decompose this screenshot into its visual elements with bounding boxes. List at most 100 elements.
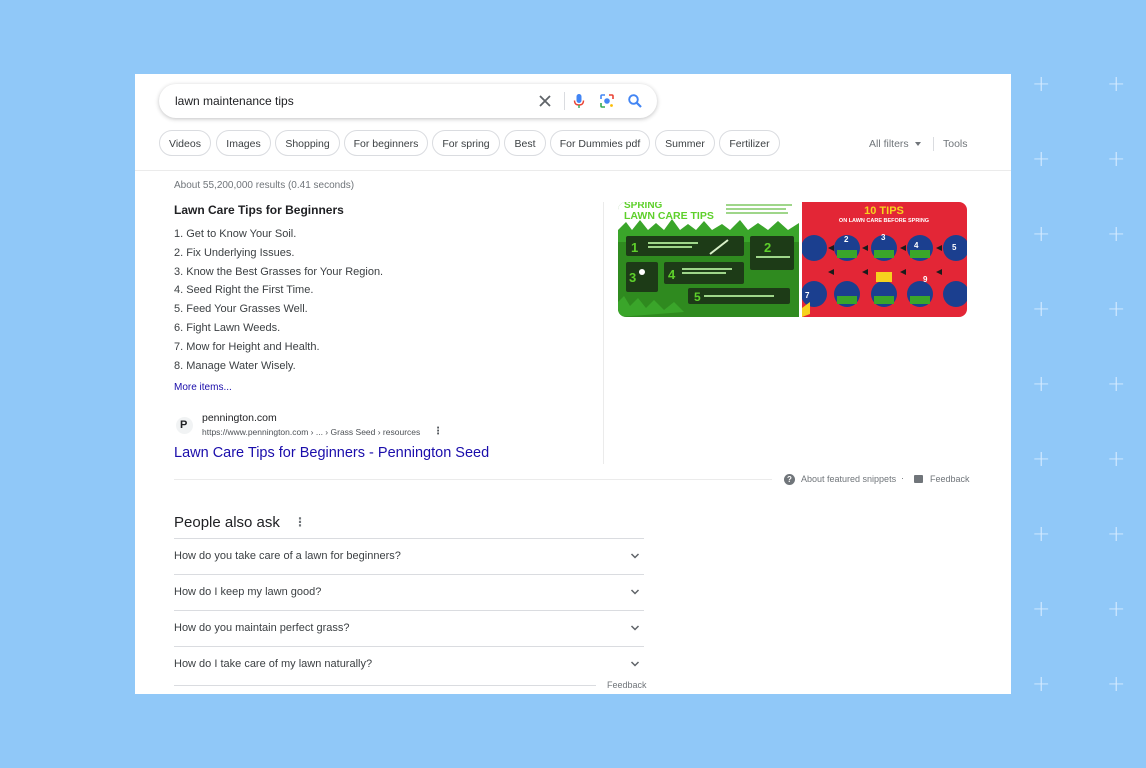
- source-favicon[interactable]: P: [176, 417, 193, 434]
- paa-question[interactable]: How do I keep my lawn good?: [174, 574, 644, 610]
- search-input[interactable]: lawn maintenance tips: [175, 94, 294, 108]
- paa-question-text: How do you take care of a lawn for begin…: [174, 550, 401, 562]
- snippet-divider: [603, 202, 604, 464]
- header-divider: [135, 170, 1011, 171]
- source-url[interactable]: https://www.pennington.com › ... › Grass…: [202, 427, 420, 437]
- tip-number: 2: [844, 235, 849, 244]
- plus-decoration-icon: +: [1107, 597, 1126, 622]
- step-number: 2: [764, 240, 771, 255]
- tip-number: 4: [914, 241, 919, 250]
- more-options-icon[interactable]: ⋮: [294, 515, 306, 529]
- step-number: 1: [631, 240, 638, 255]
- spring-heading: LAWN CARE TIPS: [624, 210, 714, 222]
- chevron-down-icon: [915, 142, 921, 146]
- chip-for-dummies-pdf[interactable]: For Dummies pdf: [550, 130, 650, 156]
- snippet-image-spring[interactable]: SPRING LAWN CARE TIPS 1 2 3 4 5: [618, 202, 799, 317]
- plus-decoration-icon: +: [1032, 147, 1051, 172]
- paa-question-text: How do I take care of my lawn naturally?: [174, 658, 373, 670]
- plus-decoration-icon: +: [1032, 597, 1051, 622]
- paa-question-text: How do I keep my lawn good?: [174, 586, 322, 598]
- snippet-bottom-divider: [174, 479, 772, 480]
- paa-bottom-divider: [174, 685, 596, 686]
- tip-number: 9: [923, 275, 928, 284]
- step-number: 3: [629, 270, 636, 285]
- plus-decoration-icon: +: [1107, 222, 1126, 247]
- favicon-letter: P: [180, 419, 188, 431]
- list-item: 4. Seed Right the First Time.: [174, 284, 314, 297]
- paa-question[interactable]: How do you maintain perfect grass?: [174, 610, 644, 646]
- snippet-image-tips[interactable]: 10 TIPS ON LAWN CARE BEFORE SPRING 2 3 4…: [802, 202, 967, 317]
- more-items-link[interactable]: More items...: [174, 382, 232, 393]
- all-filters-button[interactable]: All filters: [869, 138, 909, 150]
- list-item: 3. Know the Best Grasses for Your Region…: [174, 265, 384, 278]
- chevron-down-icon: [630, 553, 640, 559]
- result-stats: About 55,200,000 results (0.41 seconds): [174, 180, 355, 191]
- plus-decoration-icon: +: [1032, 447, 1051, 472]
- chip-summer[interactable]: Summer: [655, 130, 715, 156]
- step-number: 4: [668, 267, 676, 282]
- snippet-title: Lawn Care Tips for Beginners: [174, 203, 344, 217]
- plus-decoration-icon: +: [1107, 147, 1126, 172]
- paa-feedback-link[interactable]: Feedback: [607, 680, 647, 690]
- paa-question-text: How do you maintain perfect grass?: [174, 622, 350, 634]
- step-number: 5: [694, 290, 701, 304]
- list-item: 1. Get to Know Your Soil.: [174, 228, 297, 240]
- about-featured-snippets-link[interactable]: About featured snippets: [801, 474, 896, 484]
- plus-decoration-icon: +: [1032, 672, 1051, 697]
- plus-decoration-icon: +: [1032, 522, 1051, 547]
- search-box[interactable]: lawn maintenance tips: [159, 84, 657, 118]
- spring-infographic: SPRING LAWN CARE TIPS 1 2 3 4 5: [618, 202, 799, 317]
- camera-lens-icon[interactable]: [599, 93, 615, 109]
- close-icon[interactable]: [537, 93, 553, 109]
- result-title-link[interactable]: Lawn Care Tips for Beginners - Penningto…: [174, 445, 489, 461]
- plus-decoration-icon: +: [1107, 297, 1126, 322]
- tips-subheading: ON LAWN CARE BEFORE SPRING: [839, 218, 929, 224]
- source-name[interactable]: pennington.com: [202, 412, 277, 424]
- chip-for-beginners[interactable]: For beginners: [344, 130, 428, 156]
- plus-decoration-icon: +: [1107, 72, 1126, 97]
- snippet-feedback-link[interactable]: Feedback: [930, 474, 970, 484]
- chip-shopping[interactable]: Shopping: [275, 130, 340, 156]
- tip-number: 3: [881, 233, 886, 242]
- filters-divider: [933, 137, 934, 151]
- chevron-down-icon: [630, 589, 640, 595]
- list-item: 8. Manage Water Wisely.: [174, 359, 296, 372]
- list-item: 5. Feed Your Grasses Well.: [174, 303, 308, 316]
- search-results-panel: lawn maintenance tips Videos Images Shop…: [135, 74, 1011, 694]
- feedback-icon[interactable]: [914, 475, 923, 483]
- search-icon[interactable]: [627, 93, 643, 109]
- tips-infographic: 10 TIPS ON LAWN CARE BEFORE SPRING 2 3 4…: [802, 202, 967, 317]
- chip-images[interactable]: Images: [216, 130, 271, 156]
- microphone-icon[interactable]: [571, 93, 587, 109]
- plus-decoration-icon: +: [1032, 222, 1051, 247]
- list-item: 6. Fight Lawn Weeds.: [174, 321, 281, 334]
- tools-button[interactable]: Tools: [943, 138, 968, 150]
- snippet-list: 1. Get to Know Your Soil. 2. Fix Underly…: [174, 227, 383, 377]
- more-options-icon[interactable]: ⋮: [433, 426, 443, 437]
- tip-number: 7: [805, 291, 810, 300]
- paa-question[interactable]: How do you take care of a lawn for begin…: [174, 538, 644, 574]
- help-icon[interactable]: ?: [784, 474, 795, 485]
- plus-decoration-icon: +: [1107, 522, 1126, 547]
- chevron-down-icon: [630, 625, 640, 631]
- people-also-ask-list: How do you take care of a lawn for begin…: [174, 538, 644, 682]
- tip-number: 5: [952, 243, 957, 252]
- list-item: 7. Mow for Height and Health.: [174, 340, 320, 353]
- separator-dot: ·: [901, 473, 904, 483]
- chip-videos[interactable]: Videos: [159, 130, 211, 156]
- plus-decoration-icon: +: [1032, 72, 1051, 97]
- search-divider: [564, 92, 565, 110]
- plus-decoration-icon: +: [1032, 372, 1051, 397]
- paa-question[interactable]: How do I take care of my lawn naturally?: [174, 646, 644, 682]
- people-also-ask-title: People also ask: [174, 514, 280, 531]
- chip-fertilizer[interactable]: Fertilizer: [719, 130, 780, 156]
- list-item: 2. Fix Underlying Issues.: [174, 246, 295, 259]
- chip-for-spring[interactable]: For spring: [432, 130, 500, 156]
- chevron-down-icon: [630, 661, 640, 667]
- plus-decoration-icon: +: [1107, 672, 1126, 697]
- chip-best[interactable]: Best: [504, 130, 546, 156]
- plus-decoration-icon: +: [1107, 447, 1126, 472]
- plus-decoration-icon: +: [1032, 297, 1051, 322]
- plus-decoration-icon: +: [1107, 372, 1126, 397]
- tips-heading: 10 TIPS: [864, 205, 904, 217]
